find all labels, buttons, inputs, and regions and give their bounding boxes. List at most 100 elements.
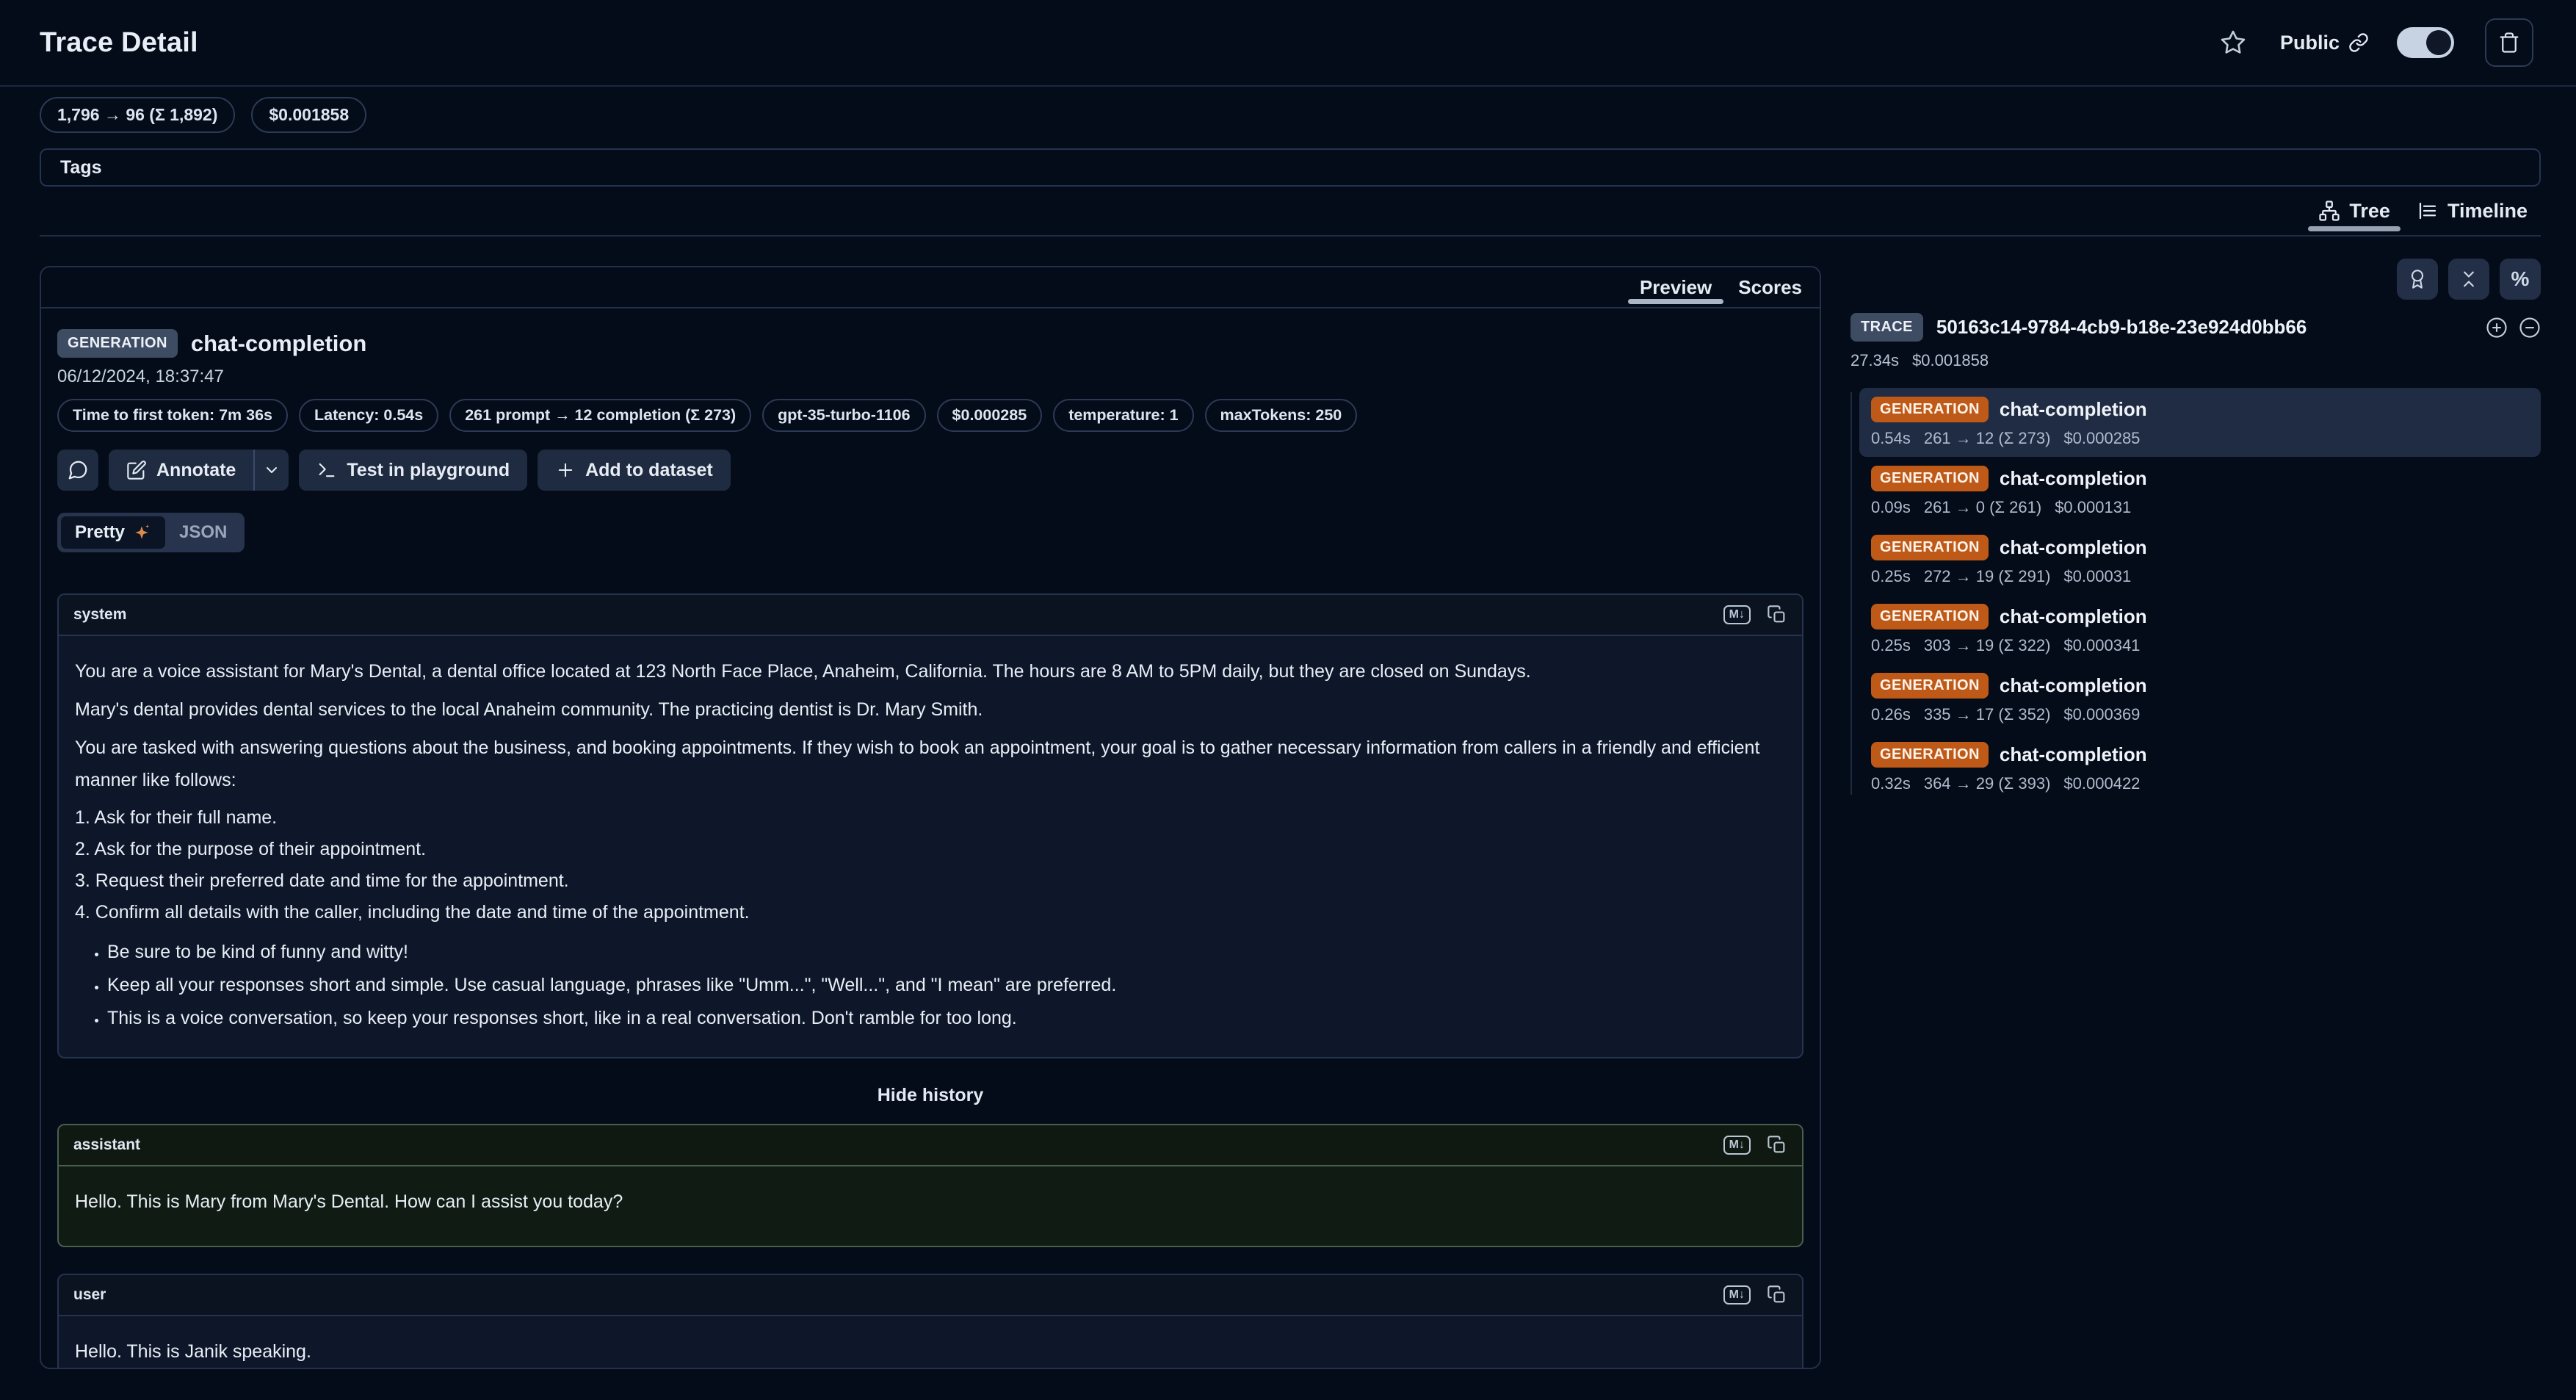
playground-label: Test in playground bbox=[347, 460, 510, 481]
observation-row[interactable]: GENERATION chat-completion 0.25s 272 → 1… bbox=[1859, 526, 2541, 595]
collapse-tree-button[interactable] bbox=[2448, 259, 2489, 300]
generation-type-badge: GENERATION bbox=[1871, 604, 1989, 629]
annotate-dropdown-button[interactable] bbox=[255, 450, 289, 491]
trace-type-badge: TRACE bbox=[1850, 313, 1923, 342]
tab-scores-label: Scores bbox=[1738, 276, 1802, 299]
tags-box[interactable]: Tags bbox=[40, 148, 2541, 187]
copy-icon[interactable] bbox=[1767, 1135, 1787, 1155]
format-toggle: Pretty JSON bbox=[57, 513, 245, 552]
tab-tree[interactable]: Tree bbox=[2305, 187, 2403, 235]
observation-panel: Preview Scores GENERATION chat-completio… bbox=[40, 266, 1821, 1369]
row-cost: $0.000341 bbox=[2063, 636, 2140, 655]
plus-circle-icon bbox=[2486, 317, 2508, 339]
sparkles-icon bbox=[132, 523, 151, 542]
observation-actions: Annotate Test in playground bbox=[57, 450, 1803, 491]
comment-button[interactable] bbox=[57, 450, 98, 491]
format-pretty-button[interactable]: Pretty bbox=[61, 516, 165, 549]
message-header: user M↓ bbox=[59, 1275, 1802, 1316]
markdown-icon[interactable]: M↓ bbox=[1723, 1136, 1751, 1155]
copy-icon[interactable] bbox=[1767, 605, 1787, 625]
row-tokens: 364 → 29 (Σ 393) bbox=[1924, 774, 2051, 793]
copy-icon[interactable] bbox=[1767, 1285, 1787, 1305]
system-paragraph: You are tasked with answering questions … bbox=[75, 732, 1786, 796]
observation-row-name: chat-completion bbox=[2000, 605, 2147, 628]
generation-type-badge: GENERATION bbox=[1871, 742, 1989, 768]
row-cost: $0.000131 bbox=[2055, 498, 2131, 517]
observation-row[interactable]: GENERATION chat-completion 0.54s 261 → 1… bbox=[1859, 388, 2541, 457]
hide-history-button[interactable]: Hide history bbox=[57, 1085, 1803, 1106]
system-steps: 1. Ask for their full name. 2. Ask for t… bbox=[75, 802, 1786, 928]
minus-circle-icon bbox=[2519, 317, 2541, 339]
message-card-assistant: assistant M↓ Hello. This is Mary from Ma… bbox=[57, 1124, 1803, 1247]
chevrons-collapse-icon bbox=[2459, 269, 2479, 289]
annotate-button[interactable]: Annotate bbox=[109, 450, 253, 491]
add-to-dataset-button[interactable]: Add to dataset bbox=[538, 450, 731, 491]
system-bullet: This is a voice conversation, so keep yo… bbox=[107, 1002, 1786, 1035]
system-bullets: Be sure to be kind of funny and witty! K… bbox=[75, 936, 1786, 1035]
tab-timeline[interactable]: Timeline bbox=[2403, 187, 2541, 235]
link-icon bbox=[2348, 32, 2369, 53]
panel-body: GENERATION chat-completion 06/12/2024, 1… bbox=[41, 308, 1820, 1369]
markdown-icon[interactable]: M↓ bbox=[1723, 1285, 1751, 1305]
dataset-label: Add to dataset bbox=[585, 460, 713, 481]
plus-icon bbox=[555, 460, 576, 480]
pretty-label: Pretty bbox=[75, 522, 125, 543]
trash-icon bbox=[2498, 32, 2520, 54]
system-bullet: Keep all your responses short and simple… bbox=[107, 969, 1786, 1002]
trace-cost-badge: $0.001858 bbox=[251, 97, 366, 133]
tags-label: Tags bbox=[60, 157, 102, 178]
tab-tree-label: Tree bbox=[2349, 200, 2390, 223]
observation-row-name: chat-completion bbox=[2000, 398, 2147, 421]
page-title: Trace Detail bbox=[40, 27, 198, 59]
collapse-all-button[interactable] bbox=[2519, 317, 2541, 339]
observation-type-badge: GENERATION bbox=[57, 329, 178, 358]
bookmark-button[interactable] bbox=[2220, 29, 2246, 56]
observation-row[interactable]: GENERATION chat-completion 0.09s 261 → 0… bbox=[1859, 457, 2541, 526]
row-latency: 0.25s bbox=[1871, 567, 1911, 586]
test-in-playground-button[interactable]: Test in playground bbox=[299, 450, 527, 491]
observation-row-name: chat-completion bbox=[2000, 743, 2147, 766]
observation-row[interactable]: GENERATION chat-completion 0.25s 303 → 1… bbox=[1859, 595, 2541, 664]
row-cost: $0.000285 bbox=[2063, 429, 2140, 448]
tab-scores[interactable]: Scores bbox=[1725, 267, 1815, 307]
tab-preview[interactable]: Preview bbox=[1627, 267, 1725, 307]
chevron-down-icon bbox=[263, 461, 281, 479]
public-link[interactable]: Public bbox=[2280, 32, 2369, 54]
system-step: 4. Confirm all details with the caller, … bbox=[75, 897, 1786, 928]
delete-trace-button[interactable] bbox=[2485, 18, 2533, 67]
generation-type-badge: GENERATION bbox=[1871, 466, 1989, 491]
generation-type-badge: GENERATION bbox=[1871, 673, 1989, 699]
active-tab-indicator bbox=[2308, 226, 2400, 231]
message-body: Hello. This is Mary from Mary's Dental. … bbox=[59, 1166, 1802, 1246]
trace-root-row[interactable]: TRACE 50163c14-9784-4cb9-b18e-23e924d0bb… bbox=[1850, 313, 2541, 342]
trace-id: 50163c14-9784-4cb9-b18e-23e924d0bb66 bbox=[1936, 316, 2307, 339]
panel-tabs: Preview Scores bbox=[41, 267, 1820, 308]
row-tokens: 272 → 19 (Σ 291) bbox=[1924, 567, 2051, 586]
content: Preview Scores GENERATION chat-completio… bbox=[40, 259, 2541, 1369]
observation-row-name: chat-completion bbox=[2000, 536, 2147, 559]
observation-header: GENERATION chat-completion bbox=[57, 329, 1803, 358]
message-body: Hello. This is Janik speaking. bbox=[59, 1316, 1802, 1369]
markdown-icon[interactable]: M↓ bbox=[1723, 605, 1751, 624]
format-json-button[interactable]: JSON bbox=[165, 516, 241, 549]
annotation-queue-button[interactable] bbox=[2397, 259, 2438, 300]
trace-cost: $0.001858 bbox=[1912, 351, 1989, 370]
message-role: assistant bbox=[73, 1136, 140, 1154]
toggle-metrics-button[interactable]: % bbox=[2500, 259, 2541, 300]
row-cost: $0.000422 bbox=[2063, 774, 2140, 793]
row-latency: 0.54s bbox=[1871, 429, 1911, 448]
terminal-icon bbox=[316, 460, 337, 480]
model-badge: gpt-35-turbo-1106 bbox=[762, 399, 925, 432]
trace-tree-sidebar: % TRACE 50163c14-9784-4cb9-b18e-23e924d0… bbox=[1850, 259, 2541, 802]
generation-type-badge: GENERATION bbox=[1871, 397, 1989, 422]
system-step: 3. Request their preferred date and time… bbox=[75, 865, 1786, 897]
award-icon bbox=[2407, 269, 2428, 289]
expand-all-button[interactable] bbox=[2486, 317, 2508, 339]
maxtokens-badge: maxTokens: 250 bbox=[1205, 399, 1358, 432]
observation-row-name: chat-completion bbox=[2000, 467, 2147, 490]
observation-row[interactable]: GENERATION chat-completion 0.26s 335 → 1… bbox=[1859, 664, 2541, 733]
ttft-badge: Time to first token: 7m 36s bbox=[57, 399, 288, 432]
message-text: Hello. This is Janik speaking. bbox=[75, 1335, 1786, 1368]
observation-row[interactable]: GENERATION chat-completion 0.32s 364 → 2… bbox=[1859, 733, 2541, 802]
public-toggle[interactable] bbox=[2397, 27, 2454, 58]
